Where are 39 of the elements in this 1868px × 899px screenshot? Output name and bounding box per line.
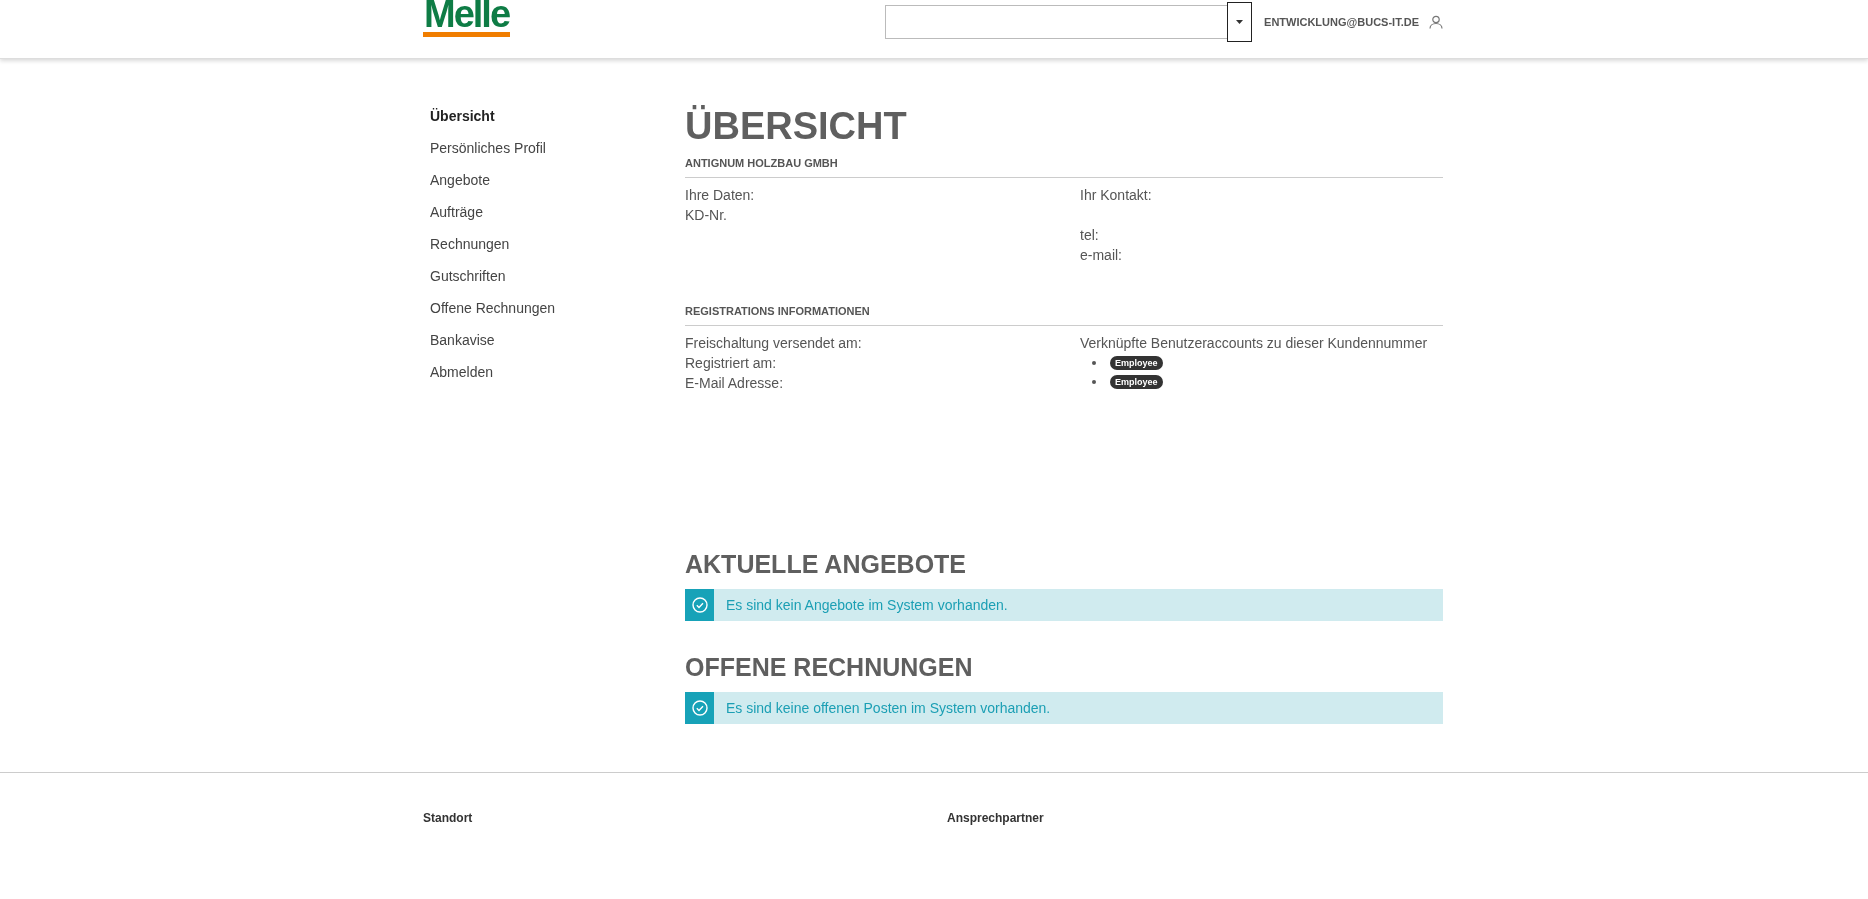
alert-message: Es sind keine offenen Posten im System vorhanden.: [726, 700, 1051, 716]
dropdown-button[interactable]: [1227, 2, 1253, 42]
caret-icon: [1236, 20, 1244, 24]
sidebar-item[interactable]: Übersicht: [430, 107, 495, 125]
field-label: Registriert am:: [685, 354, 777, 373]
field-label: Verknüpfte Benutzeraccounts zu dieser Kundennummer: [1080, 334, 1428, 353]
field-label: KD-Nr.: [685, 206, 727, 225]
section-heading: REGISTRATIONS INFORMATIONEN: [685, 305, 1443, 326]
sidebar-item[interactable]: Offene Rechnungen: [430, 299, 556, 317]
section-heading: ANTIGNUM HOLZBAU GMBH: [685, 157, 1443, 178]
sidebar-item[interactable]: Aufträge: [430, 203, 483, 221]
alert-message: Es sind kein Angebote im System vorhanden.: [726, 597, 1008, 613]
sidebar-item[interactable]: Rechnungen: [430, 235, 510, 253]
sidebar-item[interactable]: Gutschriften: [430, 267, 506, 285]
field-label: tel:: [1080, 226, 1099, 245]
role-badge: Employee: [1110, 355, 1163, 370]
field-label: e-mail:: [1080, 246, 1122, 265]
user-icon[interactable]: [1429, 15, 1443, 29]
field-label: Ihr Kontakt:: [1080, 186, 1152, 205]
field-label: Ihre Daten:: [685, 186, 755, 205]
section-title: OFFENE RECHNUNGEN: [685, 652, 974, 683]
check-circle-icon: [691, 700, 708, 716]
check-circle-icon: [691, 597, 708, 613]
field-label: E-Mail Adresse:: [685, 374, 784, 393]
sidebar-item[interactable]: Persönliches Profil: [430, 139, 546, 157]
footer-heading: Ansprechpartner: [947, 811, 1044, 825]
select-field[interactable]: [885, 5, 1253, 39]
sidebar-item[interactable]: Bankavise: [430, 331, 495, 349]
footer-heading: Standort: [423, 811, 473, 825]
page-title: ÜBERSICHT: [685, 104, 908, 149]
section-title: AKTUELLE ANGEBOTE: [685, 549, 968, 580]
field-label: Freischaltung versendet am:: [685, 334, 862, 353]
sidebar-item[interactable]: Abmelden: [430, 363, 494, 381]
bullet-icon: [1092, 379, 1096, 384]
logo[interactable]: Melle: [423, 0, 511, 37]
account-email[interactable]: ENTWICKLUNG@BUCS-IT.DE: [1264, 16, 1419, 28]
sidebar-item[interactable]: Angebote: [430, 171, 490, 189]
bullet-icon: [1092, 360, 1096, 365]
role-badge: Employee: [1110, 374, 1163, 389]
